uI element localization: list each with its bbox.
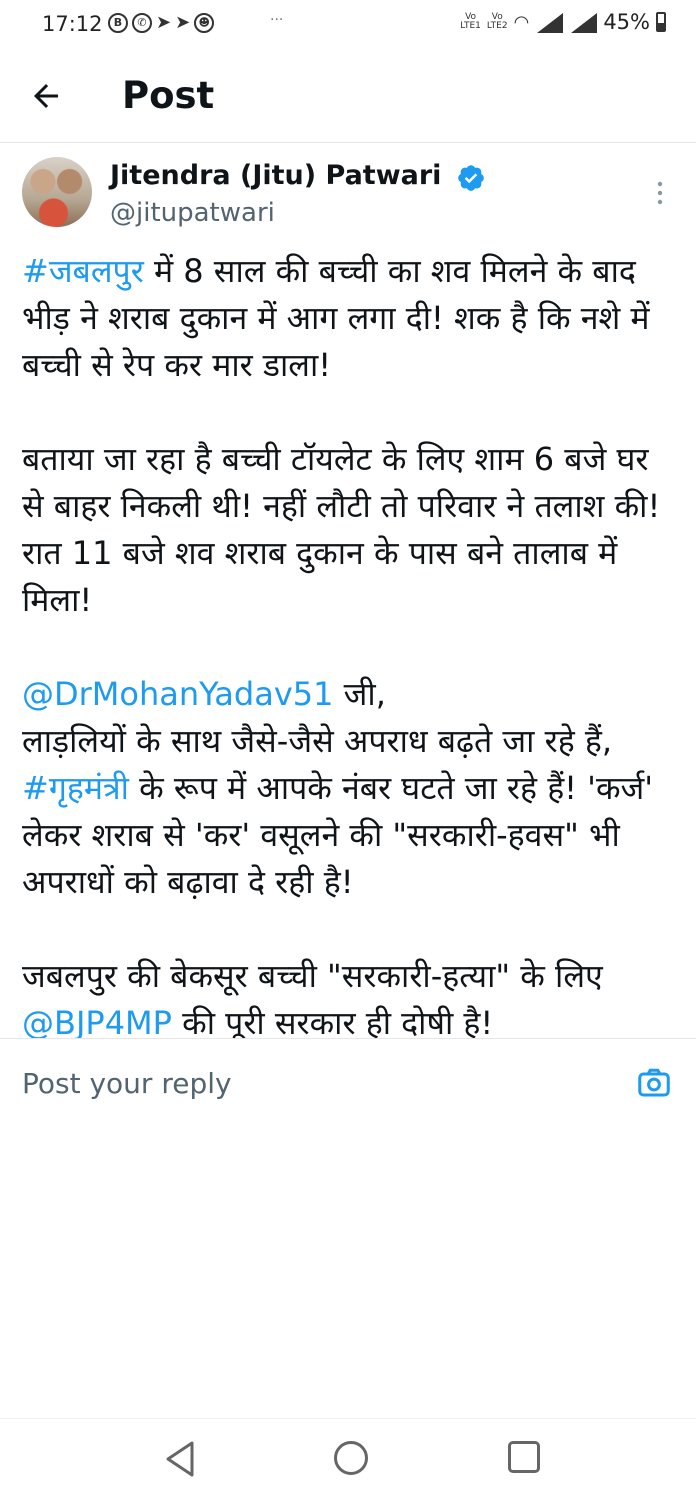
post-text-segment: जबलपुर की बेकसूर बच्ची "सरकारी-हत्या" के… [22, 957, 603, 995]
battery-percent: 45% [603, 10, 650, 34]
verified-badge-icon [458, 165, 484, 191]
status-time: 17:12 [42, 12, 103, 36]
system-navigation-bar [0, 1418, 696, 1510]
post-link[interactable]: @BJP4MP [22, 1004, 172, 1038]
app-icon: ☻ [194, 12, 215, 33]
post-paragraph: बताया जा रहा है बच्ची टॉयलेट के लिए शाम … [22, 436, 678, 624]
post-text-segment: जी, [333, 675, 386, 713]
more-notifications-icon: ··· [270, 12, 284, 28]
arrow-left-icon[interactable] [28, 78, 64, 114]
signal-icon [535, 11, 564, 33]
system-icons: Vo LTE1 Vo LTE2 ◠ 45% [460, 10, 666, 34]
wifi-icon: ◠ [513, 11, 530, 33]
camera-icon[interactable] [636, 1065, 672, 1101]
post-text-segment: लाड़लियों के साथ जैसे-जैसे अपराध बढ़ते ज… [22, 722, 613, 760]
post-text-segment: बताया जा रहा है बच्ची टॉयलेट के लिए शाम … [22, 440, 661, 619]
post-paragraph: जबलपुर की बेकसूर बच्ची "सरकारी-हत्या" के… [22, 953, 678, 1038]
page-title: Post [122, 74, 215, 117]
b-icon: B [108, 12, 128, 33]
post-paragraph: @DrMohanYadav51 जी, लाड़लियों के साथ जैसे… [22, 671, 678, 906]
battery-icon [656, 12, 666, 32]
author-name[interactable]: Jitendra (Jitu) Patwari [110, 160, 441, 191]
more-options-icon[interactable] [656, 180, 664, 206]
reply-bar: Post your reply [0, 1038, 696, 1139]
nav-back-icon[interactable] [162, 1439, 198, 1479]
whatsapp-icon: ✆ [132, 12, 152, 33]
signal-icon [569, 11, 598, 33]
author-handle[interactable]: @jitupatwari [110, 198, 275, 228]
nav-recents-icon[interactable] [508, 1441, 540, 1473]
top-app-bar: Post [0, 50, 696, 143]
send-icon: ➤ [175, 12, 191, 33]
volte1-icon: Vo LTE1 [460, 12, 481, 31]
post-link[interactable]: #जबलपुर [22, 252, 144, 290]
send-icon: ➤ [156, 12, 172, 33]
status-bar: 17:12 B ✆ ➤ ➤ ☻ ··· Vo LTE1 Vo LTE2 ◠ 45% [0, 0, 696, 50]
post-text: #जबलपुर में 8 साल की बच्ची का शव मिलने क… [22, 248, 678, 1038]
notification-icons: B ✆ ➤ ➤ ☻ [108, 12, 215, 33]
post-text-segment: की पूरी सरकार ही दोषी है! [171, 1004, 494, 1038]
avatar[interactable] [22, 157, 92, 227]
post-paragraph: #जबलपुर में 8 साल की बच्ची का शव मिलने क… [22, 248, 678, 389]
post-link[interactable]: #गृहमंत्री [22, 769, 129, 807]
post-link[interactable]: @DrMohanYadav51 [22, 675, 333, 713]
reply-input[interactable]: Post your reply [22, 1067, 232, 1100]
volte2-icon: Vo LTE2 [486, 12, 508, 31]
nav-home-icon[interactable] [334, 1441, 368, 1475]
